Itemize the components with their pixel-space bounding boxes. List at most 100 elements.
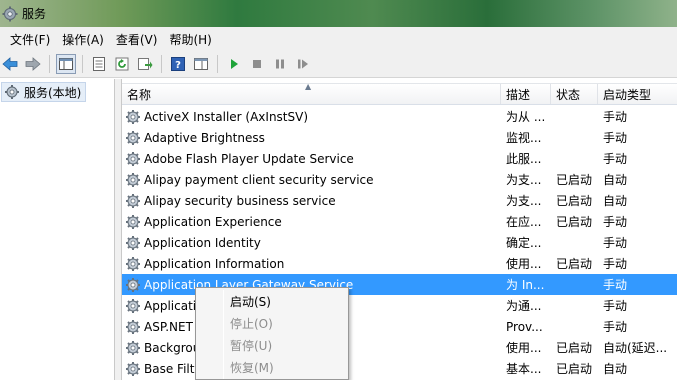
service-gear-icon	[126, 277, 140, 292]
show-hide-tree-button[interactable]	[56, 54, 76, 74]
table-row[interactable]: Application Experience 在应... 已启动 手动	[122, 211, 677, 232]
service-description-cell: 为通...	[506, 299, 542, 313]
service-status-cell	[551, 316, 598, 337]
forward-arrow-icon	[25, 57, 41, 71]
menu-action[interactable]: 操作(A)	[56, 29, 110, 50]
start-service-icon	[231, 59, 238, 69]
column-startup-label: 启动类型	[603, 87, 652, 102]
back-arrow-icon	[2, 57, 18, 71]
service-status-cell	[551, 106, 598, 127]
stop-service-button[interactable]	[247, 54, 267, 74]
service-description-cell: 监视...	[506, 131, 542, 145]
service-gear-icon	[126, 256, 140, 271]
service-status-cell: 已启动	[556, 257, 593, 271]
column-header-startup-type[interactable]: 启动类型	[598, 84, 677, 104]
service-name-cell: Adobe Flash Player Update Service	[122, 148, 501, 169]
pause-service-button[interactable]	[270, 54, 290, 74]
export-list-button[interactable]	[135, 54, 155, 74]
console-view-icon	[194, 58, 208, 70]
console-view-button[interactable]	[191, 54, 211, 74]
column-header-description[interactable]: 描述	[501, 84, 551, 104]
forward-button[interactable]	[23, 54, 43, 74]
context-menu-resume[interactable]: 恢复(M)	[230, 356, 274, 378]
service-name: Alipay security business service	[144, 193, 336, 208]
window-title: 服务	[22, 7, 47, 21]
table-row[interactable]: Adobe Flash Player Update Service 此服... 手动	[122, 148, 677, 169]
service-name: Adaptive Brightness	[144, 130, 265, 145]
service-description-cell: 为 In...	[506, 278, 545, 292]
service-description-cell: 为从 ...	[506, 110, 546, 124]
service-description-cell: 此服...	[506, 152, 542, 166]
context-menu-stop[interactable]: 停止(O)	[230, 312, 273, 334]
service-name-cell: Adaptive Brightness	[122, 127, 501, 148]
service-startup-cell: 手动	[603, 110, 628, 124]
context-menu-start[interactable]: 启动(S)	[230, 290, 271, 312]
service-startup-cell: 自动(延迟...	[603, 341, 668, 355]
service-status-cell: 已启动	[556, 341, 593, 355]
toolbar-separator	[49, 55, 50, 73]
tree-item-services-local[interactable]: 服务(本地)	[1, 82, 87, 102]
service-description-cell: 确定...	[506, 236, 542, 250]
service-description-cell: 使用...	[506, 257, 542, 271]
service-gear-icon	[126, 319, 140, 334]
properties-icon	[93, 57, 105, 71]
service-name-cell: Alipay payment client security service	[122, 169, 501, 190]
service-startup-cell: 自动	[603, 194, 628, 208]
toolbar-separator	[161, 55, 162, 73]
properties-button[interactable]	[89, 54, 109, 74]
table-row[interactable]: ActiveX Installer (AxInstSV) 为从 ... 手动	[122, 106, 677, 127]
table-row[interactable]: Application Information 使用... 已启动 手动	[122, 253, 677, 274]
refresh-button[interactable]	[112, 54, 132, 74]
stop-service-icon	[253, 60, 261, 68]
service-status-cell	[551, 127, 598, 148]
sort-ascending-icon: ▲	[305, 82, 312, 91]
restart-service-button[interactable]	[293, 54, 313, 74]
service-name: Application Information	[144, 256, 285, 271]
service-name: Adobe Flash Player Update Service	[144, 151, 354, 166]
pane-splitter[interactable]	[115, 79, 122, 380]
service-startup-cell: 手动	[603, 257, 628, 271]
column-name-label: 名称	[127, 87, 152, 102]
table-row[interactable]: Alipay payment client security service 为支…	[122, 169, 677, 190]
service-startup-cell: 手动	[603, 299, 628, 313]
column-status-label: 状态	[556, 87, 581, 102]
table-row[interactable]: Alipay security business service 为支... 已启动…	[122, 190, 677, 211]
service-gear-icon	[126, 172, 140, 187]
service-status-cell	[551, 232, 598, 253]
service-name-cell: Application Identity	[122, 232, 501, 253]
start-service-button[interactable]	[224, 54, 244, 74]
services-gear-icon	[5, 85, 19, 99]
back-button[interactable]	[0, 54, 20, 74]
context-menu-pause[interactable]: 暂停(U)	[230, 334, 272, 356]
column-header-status[interactable]: 状态	[551, 84, 598, 104]
toolbar: ?	[0, 51, 677, 78]
services-gear-icon	[2, 6, 18, 21]
service-gear-icon	[126, 235, 140, 250]
table-row[interactable]: Adaptive Brightness 监视... 手动	[122, 127, 677, 148]
service-gear-icon	[126, 193, 140, 208]
service-name-cell: Application Information	[122, 253, 501, 274]
service-status-cell: 已启动	[556, 362, 593, 376]
menu-view[interactable]: 查看(V)	[110, 29, 164, 50]
toolbar-separator	[82, 55, 83, 73]
help-icon: ?	[171, 57, 185, 71]
service-name: Applicati	[144, 298, 197, 313]
service-startup-cell: 手动	[603, 131, 628, 145]
export-list-icon	[138, 58, 153, 70]
menu-file[interactable]: 文件(F)	[4, 29, 56, 50]
help-button[interactable]: ?	[168, 54, 188, 74]
service-name-cell: ActiveX Installer (AxInstSV)	[122, 106, 501, 127]
menu-help[interactable]: 帮助(H)	[163, 29, 217, 50]
service-startup-cell: 手动	[603, 236, 628, 250]
context-menu-gutter	[223, 290, 224, 379]
service-gear-icon	[126, 214, 140, 229]
table-row[interactable]: Application Identity 确定... 手动	[122, 232, 677, 253]
console-tree: 服务(本地)	[0, 79, 115, 380]
service-description-cell: 为支...	[506, 173, 542, 187]
service-gear-icon	[126, 361, 140, 376]
service-name: Alipay payment client security service	[144, 172, 374, 187]
service-name-cell: Alipay security business service	[122, 190, 501, 211]
context-menu: 启动(S) 停止(O) 暂停(U) 恢复(M)	[195, 287, 349, 380]
toolbar-separator	[217, 55, 218, 73]
column-header-name[interactable]: 名称 ▲	[122, 82, 501, 104]
